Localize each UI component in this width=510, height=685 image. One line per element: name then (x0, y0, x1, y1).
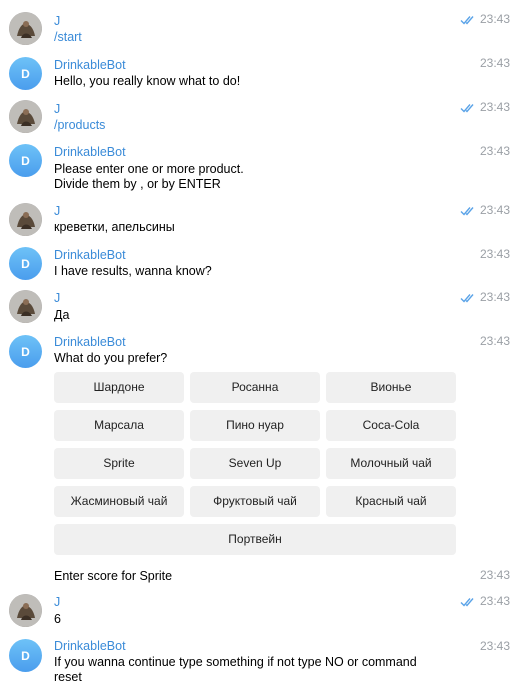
keyboard-button[interactable]: Фруктовый чай (190, 486, 320, 517)
message-text: I have results, wanna know? (54, 264, 212, 278)
bot-avatar[interactable]: D (9, 57, 42, 90)
keyboard-button[interactable]: Росанна (190, 372, 320, 403)
keyboard-button[interactable]: Марсала (54, 410, 184, 441)
sender-name[interactable]: J (54, 595, 60, 610)
keyboard-button[interactable]: Портвейн (54, 524, 456, 555)
time-label: 23:43 (479, 12, 510, 26)
sender-name[interactable]: DrinkableBot (54, 145, 126, 160)
sender-name[interactable]: J (54, 291, 60, 306)
message-time: 23:43 (440, 100, 510, 115)
keyboard-button[interactable]: Шардоне (54, 372, 184, 403)
message-text: 6 (54, 612, 61, 626)
message-time: 23:43 (440, 203, 510, 218)
time-label: 23:43 (479, 247, 510, 261)
keyboard-button[interactable]: Молочный чай (326, 448, 456, 479)
sender-name[interactable]: J (54, 102, 60, 117)
message-text: Hello, you really know what to do! (54, 74, 241, 88)
sender-name[interactable]: DrinkableBot (54, 639, 126, 654)
message-time: 23:43 (440, 144, 510, 159)
message-text: Please enter one or more product. (54, 162, 244, 176)
user-avatar[interactable] (9, 203, 42, 236)
message-time: 23:43 (440, 334, 510, 349)
user-avatar[interactable] (9, 12, 42, 45)
user-avatar[interactable] (9, 594, 42, 627)
sender-name[interactable]: DrinkableBot (54, 58, 126, 73)
bot-avatar[interactable]: D (9, 335, 42, 368)
keyboard-button[interactable]: Вионье (326, 372, 456, 403)
message-text: Enter score for Sprite (54, 569, 173, 583)
time-label: 23:43 (479, 203, 510, 217)
double-check-icon (460, 103, 474, 113)
message-time: 23:43 (440, 56, 510, 71)
keyboard-button[interactable]: Красный чай (326, 486, 456, 517)
message-text: креветки, апельсины (54, 220, 175, 234)
time-label: 23:43 (479, 290, 510, 304)
time-label: 23:43 (479, 594, 510, 608)
message-text-line2: Divide them by , or by ENTER (54, 177, 221, 191)
message-text[interactable]: /start (54, 30, 82, 45)
avatar-letter: D (21, 153, 30, 168)
time-label: 23:43 (479, 334, 510, 348)
sender-name[interactable]: DrinkableBot (54, 335, 126, 350)
avatar-letter: D (21, 256, 30, 271)
message-time: 23:43 (440, 639, 510, 654)
message-text[interactable]: /products (54, 118, 105, 133)
avatar-letter: D (21, 344, 30, 359)
keyboard-button[interactable]: Seven Up (190, 448, 320, 479)
message-time: 23:43 (440, 12, 510, 27)
message-time: 23:43 (440, 290, 510, 305)
bot-avatar[interactable]: D (9, 639, 42, 672)
message-time: 23:43 (440, 594, 510, 609)
double-check-icon (460, 293, 474, 303)
message-text: If you wanna continue type something if … (54, 655, 417, 669)
avatar-letter: D (21, 648, 30, 663)
double-check-icon (460, 206, 474, 216)
keyboard-button[interactable]: Пино нуар (190, 410, 320, 441)
time-label: 23:43 (479, 100, 510, 114)
sender-name[interactable]: J (54, 14, 60, 29)
time-label: 23:43 (479, 56, 510, 70)
user-avatar[interactable] (9, 290, 42, 323)
user-avatar[interactable] (9, 100, 42, 133)
double-check-icon (460, 15, 474, 25)
chat-history: J /start 23:43 D DrinkableBot Hello, you… (0, 0, 510, 684)
message-time: 23:43 (440, 247, 510, 262)
double-check-icon (460, 597, 474, 607)
sender-name[interactable]: DrinkableBot (54, 248, 126, 263)
time-label: 23:43 (479, 639, 510, 653)
message-time: 23:43 (440, 568, 510, 583)
sender-name[interactable]: J (54, 204, 60, 219)
time-label: 23:43 (479, 568, 510, 582)
message-text-line2: reset (54, 670, 82, 684)
message-text: What do you prefer? (54, 351, 168, 365)
bot-avatar[interactable]: D (9, 247, 42, 280)
keyboard-button[interactable]: Жасминовый чай (54, 486, 184, 517)
keyboard-button[interactable]: Coca-Cola (326, 410, 456, 441)
message-text: Да (54, 308, 70, 322)
avatar-letter: D (21, 66, 30, 81)
bot-avatar[interactable]: D (9, 144, 42, 177)
time-label: 23:43 (479, 144, 510, 158)
keyboard-button[interactable]: Sprite (54, 448, 184, 479)
